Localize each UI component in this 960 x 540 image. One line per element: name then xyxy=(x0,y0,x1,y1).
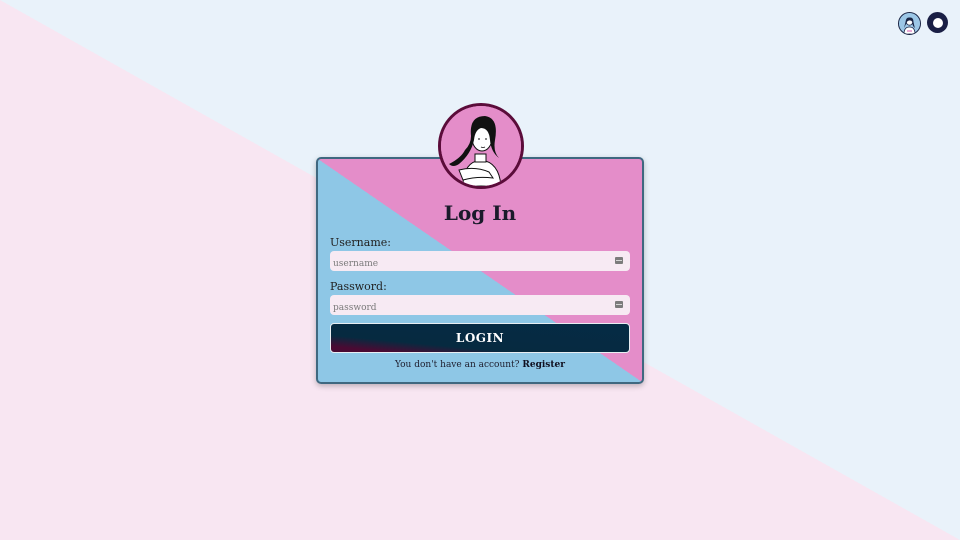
theme-toggle-icon xyxy=(932,17,943,28)
woman-illustration-icon xyxy=(438,103,524,189)
register-link[interactable]: Register xyxy=(522,360,565,370)
theme-toggle-button[interactable] xyxy=(927,12,948,33)
register-prompt: You don't have an account? Register xyxy=(318,360,642,370)
login-card: Log In Username: Password: LOGIN You don… xyxy=(316,157,644,384)
password-field-wrapper xyxy=(330,295,630,318)
login-title: Log In xyxy=(443,201,517,225)
username-label: Username: xyxy=(330,236,391,249)
header-icons xyxy=(898,12,948,35)
password-label: Password: xyxy=(330,280,387,293)
register-prompt-text: You don't have an account? xyxy=(394,360,520,370)
login-button[interactable]: LOGIN xyxy=(330,323,630,353)
username-field-wrapper xyxy=(330,251,630,274)
username-input[interactable] xyxy=(330,254,603,274)
password-input[interactable] xyxy=(330,298,603,318)
avatar-icon[interactable] xyxy=(898,12,921,35)
autofill-icon[interactable] xyxy=(615,257,623,264)
autofill-icon[interactable] xyxy=(615,301,623,308)
